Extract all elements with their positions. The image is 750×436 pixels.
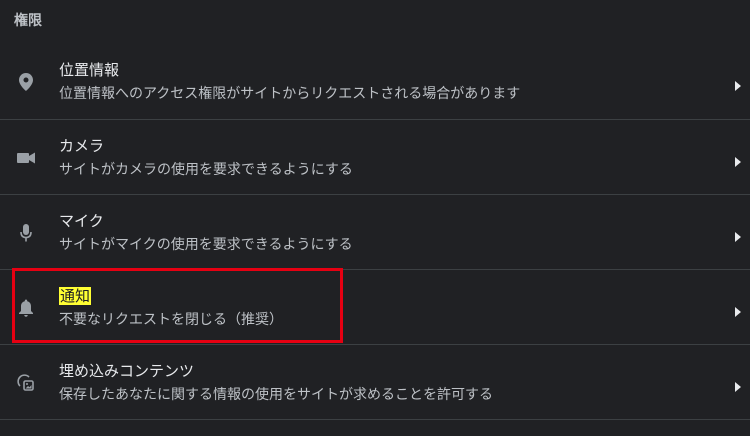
permission-row-microphone[interactable]: マイク サイトがマイクの使用を要求できるようにする <box>0 194 750 269</box>
permission-title: カメラ <box>59 137 105 155</box>
permission-row-notifications[interactable]: 通知 不要なリクエストを閉じる（推奨） <box>0 269 750 344</box>
chevron-right-icon <box>734 377 742 392</box>
chevron-right-icon <box>734 152 742 167</box>
bell-icon <box>16 298 36 318</box>
location-pin-icon <box>16 72 36 92</box>
permission-title: 位置情報 <box>59 61 120 79</box>
section-title: 権限 <box>14 13 42 29</box>
microphone-icon <box>16 223 36 243</box>
permission-description: 保存したあなたに関する情報の使用をサイトが求めることを許可する <box>59 387 493 403</box>
chevron-right-icon <box>734 76 742 91</box>
chevron-right-icon <box>734 302 742 317</box>
permission-description: 位置情報へのアクセス権限がサイトからリクエストされる場合があります <box>59 86 521 102</box>
highlighted-title: 通知 <box>59 287 92 305</box>
permission-title: 通知 <box>59 287 92 305</box>
permission-row-camera[interactable]: カメラ サイトがカメラの使用を要求できるようにする <box>0 119 750 194</box>
chevron-right-icon <box>734 227 742 242</box>
permission-row-location[interactable]: 位置情報 位置情報へのアクセス権限がサイトからリクエストされる場合があります <box>0 44 750 119</box>
permission-description: サイトがカメラの使用を要求できるようにする <box>59 162 353 178</box>
list-divider <box>0 419 750 420</box>
camera-icon <box>16 148 36 168</box>
permission-row-embedded-content[interactable]: 埋め込みコンテンツ 保存したあなたに関する情報の使用をサイトが求めることを許可す… <box>0 344 750 419</box>
permission-description: 不要なリクエストを閉じる（推奨） <box>59 312 283 328</box>
embedded-content-icon <box>16 373 36 393</box>
permission-description: サイトがマイクの使用を要求できるようにする <box>59 237 353 253</box>
permission-title: マイク <box>59 212 104 230</box>
permissions-list: 位置情報 位置情報へのアクセス権限がサイトからリクエストされる場合があります カ… <box>0 44 750 419</box>
permission-title: 埋め込みコンテンツ <box>59 362 195 380</box>
